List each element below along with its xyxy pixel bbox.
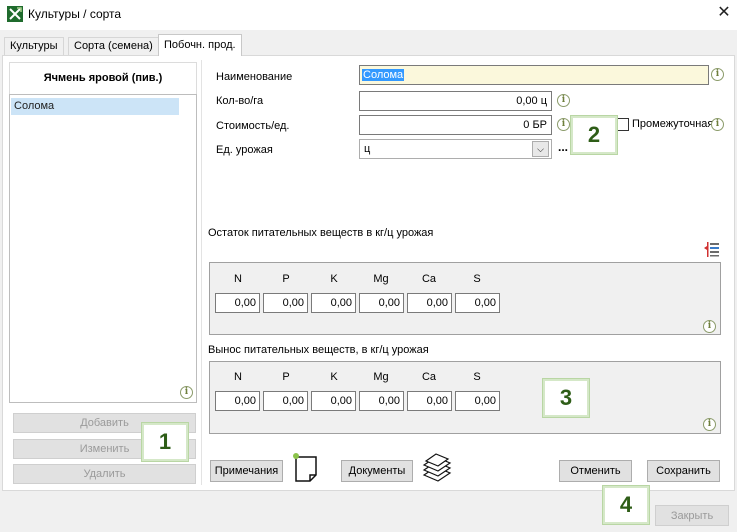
save-button[interactable]: Сохранить bbox=[647, 460, 720, 482]
remaining-s-input[interactable]: 0,00 bbox=[455, 293, 500, 313]
qty-input[interactable]: 0,00 ц bbox=[359, 91, 552, 111]
byproduct-list bbox=[9, 94, 197, 403]
cancel-button[interactable]: Отменить bbox=[559, 460, 632, 482]
chevron-down-icon[interactable]: ⌵ bbox=[532, 141, 549, 157]
info-icon[interactable]: i bbox=[703, 320, 716, 333]
callout-badge-1: 1 bbox=[142, 423, 188, 461]
remaining-n-input[interactable]: 0,00 bbox=[215, 293, 260, 313]
delete-button[interactable]: Удалить bbox=[13, 464, 196, 484]
info-icon[interactable]: i bbox=[711, 68, 724, 81]
intermediate-checkbox[interactable] bbox=[616, 118, 629, 131]
unit-label: Ед. урожая bbox=[216, 144, 273, 156]
info-icon[interactable]: i bbox=[703, 418, 716, 431]
intermediate-label: Промежуточная bbox=[632, 118, 714, 130]
removal-header-p: P bbox=[282, 371, 290, 383]
remaining-mg-input[interactable]: 0,00 bbox=[359, 293, 404, 313]
remaining-k-input[interactable]: 0,00 bbox=[311, 293, 356, 313]
remaining-ca-input[interactable]: 0,00 bbox=[407, 293, 452, 313]
qty-label: Кол-во/га bbox=[216, 95, 264, 107]
crop-header: Ячмень яровой (пив.) bbox=[9, 62, 197, 94]
removal-n-input[interactable]: 0,00 bbox=[215, 391, 260, 411]
remaining-header-s: S bbox=[473, 273, 481, 285]
remaining-header-p: P bbox=[282, 273, 290, 285]
tab-byproducts[interactable]: Побочн. прод. bbox=[158, 34, 242, 56]
list-item[interactable]: Солома bbox=[11, 98, 179, 115]
tab-cultures[interactable]: Культуры bbox=[4, 37, 64, 55]
removal-p-input[interactable]: 0,00 bbox=[263, 391, 308, 411]
removal-header-s: S bbox=[473, 371, 481, 383]
close-window-icon[interactable]: ✕ bbox=[714, 3, 734, 23]
documents-stack-icon[interactable] bbox=[420, 451, 454, 483]
name-input[interactable]: Солома bbox=[359, 65, 709, 85]
info-icon[interactable]: i bbox=[557, 94, 570, 107]
divider bbox=[201, 60, 202, 485]
remaining-header-k: K bbox=[330, 273, 338, 285]
removal-ca-input[interactable]: 0,00 bbox=[407, 391, 452, 411]
documents-button[interactable]: Документы bbox=[341, 460, 413, 482]
removal-header-n: N bbox=[234, 371, 242, 383]
removal-mg-input[interactable]: 0,00 bbox=[359, 391, 404, 411]
note-icon[interactable] bbox=[291, 451, 321, 483]
remaining-header-n: N bbox=[234, 273, 242, 285]
callout-badge-2: 2 bbox=[571, 116, 617, 154]
close-button[interactable]: Закрыть bbox=[655, 505, 729, 526]
info-icon[interactable]: i bbox=[180, 386, 193, 399]
app-logo-icon bbox=[7, 6, 23, 22]
more-button[interactable]: ... bbox=[558, 140, 568, 154]
window-title: Культуры / сорта bbox=[28, 7, 122, 21]
removal-s-input[interactable]: 0,00 bbox=[455, 391, 500, 411]
removal-title: Вынос питательных веществ, в кг/ц урожая bbox=[208, 344, 429, 356]
remaining-header-mg: Mg bbox=[373, 273, 389, 285]
name-value: Солома bbox=[362, 69, 405, 81]
unit-value: ц bbox=[364, 143, 371, 155]
tab-varieties[interactable]: Сорта (семена) bbox=[68, 37, 159, 55]
remaining-title: Остаток питательных веществ в кг/ц урожа… bbox=[208, 227, 434, 239]
info-icon[interactable]: i bbox=[711, 118, 724, 131]
removal-k-input[interactable]: 0,00 bbox=[311, 391, 356, 411]
name-label: Наименование bbox=[216, 71, 293, 83]
unit-select[interactable]: ц ⌵ bbox=[359, 139, 552, 159]
removal-header-k: K bbox=[330, 371, 338, 383]
removal-header-ca: Ca bbox=[421, 371, 437, 383]
info-icon[interactable]: i bbox=[557, 118, 570, 131]
removal-header-mg: Mg bbox=[373, 371, 389, 383]
cost-input[interactable]: 0 БР bbox=[359, 115, 552, 135]
callout-badge-3: 3 bbox=[543, 379, 589, 417]
table-settings-icon[interactable] bbox=[704, 241, 720, 257]
notes-button[interactable]: Примечания bbox=[210, 460, 283, 482]
cost-label: Стоимость/ед. bbox=[216, 120, 290, 132]
remaining-header-ca: Ca bbox=[421, 273, 437, 285]
callout-badge-4: 4 bbox=[603, 486, 649, 524]
remaining-p-input[interactable]: 0,00 bbox=[263, 293, 308, 313]
